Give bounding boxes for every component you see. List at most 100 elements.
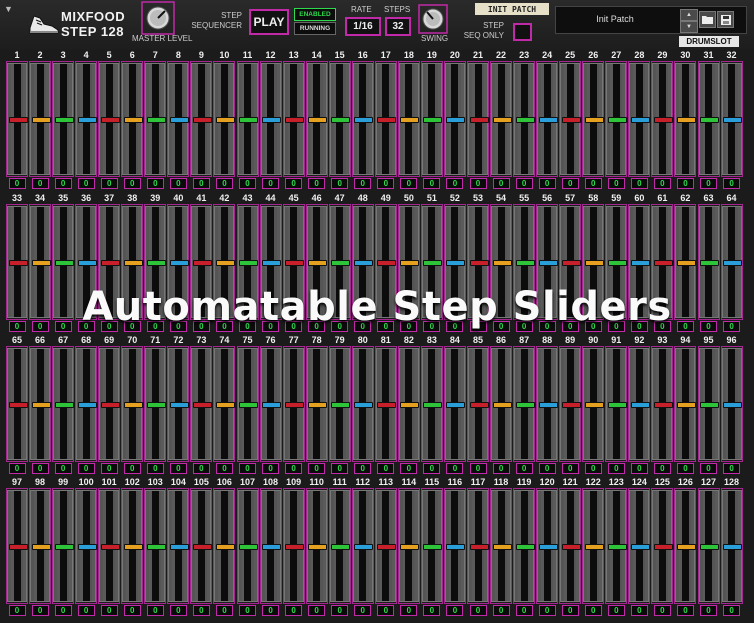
slider-handle[interactable] <box>653 544 673 550</box>
slider-handle[interactable] <box>538 544 558 550</box>
slider-handle[interactable] <box>515 117 535 123</box>
slider-handle[interactable] <box>262 117 282 123</box>
slider-handle[interactable] <box>54 402 74 408</box>
slider-handle[interactable] <box>100 544 120 550</box>
init-patch-button[interactable]: INIT PATCH <box>475 3 549 15</box>
slider-handle[interactable] <box>400 260 420 266</box>
slider-handle[interactable] <box>354 402 374 408</box>
slider-handle[interactable] <box>192 260 212 266</box>
slider-handle[interactable] <box>100 260 120 266</box>
slider-handle[interactable] <box>377 544 397 550</box>
slider-handle[interactable] <box>538 117 558 123</box>
slider-handle[interactable] <box>492 402 512 408</box>
slider-handle[interactable] <box>331 260 351 266</box>
slider-handle[interactable] <box>423 544 443 550</box>
slider-handle[interactable] <box>215 544 235 550</box>
slider-handle[interactable] <box>354 260 374 266</box>
slider-handle[interactable] <box>146 402 166 408</box>
slider-handle[interactable] <box>146 544 166 550</box>
slider-handle[interactable] <box>700 544 719 550</box>
slider-handle[interactable] <box>123 402 143 408</box>
slider-handle[interactable] <box>630 117 650 123</box>
slider-handle[interactable] <box>169 260 189 266</box>
slider-handle[interactable] <box>561 544 581 550</box>
slider-handle[interactable] <box>584 260 604 266</box>
slider-handle[interactable] <box>377 117 397 123</box>
slider-handle[interactable] <box>423 402 443 408</box>
folder-icon[interactable] <box>699 11 716 28</box>
slider-handle[interactable] <box>492 117 512 123</box>
slider-handle[interactable] <box>239 544 258 550</box>
slider-handle[interactable] <box>215 402 235 408</box>
slider-handle[interactable] <box>469 117 489 123</box>
slider-handle[interactable] <box>515 260 535 266</box>
master-level-knob[interactable] <box>141 1 175 35</box>
slider-handle[interactable] <box>308 260 328 266</box>
slider-handle[interactable] <box>262 402 282 408</box>
slider-handle[interactable] <box>676 117 696 123</box>
slider-handle[interactable] <box>676 260 696 266</box>
slider-handle[interactable] <box>262 260 282 266</box>
slider-handle[interactable] <box>77 260 97 266</box>
slider-handle[interactable] <box>31 260 51 266</box>
slider-handle[interactable] <box>492 260 512 266</box>
slider-handle[interactable] <box>146 117 166 123</box>
slider-handle[interactable] <box>446 402 466 408</box>
play-button[interactable]: PLAY <box>249 9 289 35</box>
slider-handle[interactable] <box>192 544 212 550</box>
slider-handle[interactable] <box>561 117 581 123</box>
slider-handle[interactable] <box>584 402 604 408</box>
slider-handle[interactable] <box>653 117 673 123</box>
slider-handle[interactable] <box>676 402 696 408</box>
slider-handle[interactable] <box>331 544 351 550</box>
slider-handle[interactable] <box>77 544 97 550</box>
slider-handle[interactable] <box>354 544 374 550</box>
preset-name[interactable]: Init Patch <box>560 14 670 24</box>
slider-handle[interactable] <box>400 544 420 550</box>
arrow-up-icon[interactable]: ▲ <box>680 9 698 21</box>
slider-handle[interactable] <box>446 544 466 550</box>
slider-handle[interactable] <box>239 117 258 123</box>
slider-handle[interactable] <box>31 117 51 123</box>
slider-handle[interactable] <box>31 544 51 550</box>
slider-handle[interactable] <box>469 402 489 408</box>
slider-handle[interactable] <box>285 117 305 123</box>
slider-handle[interactable] <box>331 117 351 123</box>
slider-handle[interactable] <box>192 117 212 123</box>
slider-handle[interactable] <box>423 117 443 123</box>
slider-handle[interactable] <box>146 260 166 266</box>
slider-handle[interactable] <box>607 260 627 266</box>
slider-handle[interactable] <box>700 260 719 266</box>
slider-handle[interactable] <box>54 260 74 266</box>
slider-handle[interactable] <box>123 117 143 123</box>
slider-handle[interactable] <box>239 402 258 408</box>
slider-handle[interactable] <box>100 402 120 408</box>
slider-handle[interactable] <box>469 260 489 266</box>
chevron-down-icon[interactable]: ▼ <box>4 4 13 14</box>
slider-handle[interactable] <box>77 117 97 123</box>
slider-handle[interactable] <box>723 260 743 266</box>
slider-handle[interactable] <box>377 260 397 266</box>
slider-handle[interactable] <box>676 544 696 550</box>
slider-handle[interactable] <box>653 402 673 408</box>
slider-handle[interactable] <box>515 544 535 550</box>
slider-handle[interactable] <box>100 117 120 123</box>
enabled-indicator[interactable]: ENABLED <box>294 8 336 21</box>
swing-knob[interactable] <box>418 4 448 34</box>
slider-handle[interactable] <box>285 544 305 550</box>
slider-handle[interactable] <box>630 544 650 550</box>
slider-handle[interactable] <box>8 117 28 123</box>
slider-handle[interactable] <box>285 260 305 266</box>
rate-selector[interactable]: 1/16 <box>345 17 381 36</box>
slider-handle[interactable] <box>169 117 189 123</box>
slider-handle[interactable] <box>400 402 420 408</box>
slider-handle[interactable] <box>8 260 28 266</box>
slider-handle[interactable] <box>700 117 719 123</box>
slider-handle[interactable] <box>215 117 235 123</box>
slider-handle[interactable] <box>400 117 420 123</box>
slider-handle[interactable] <box>723 402 743 408</box>
slider-handle[interactable] <box>538 260 558 266</box>
slider-handle[interactable] <box>446 117 466 123</box>
slider-handle[interactable] <box>630 402 650 408</box>
slider-handle[interactable] <box>492 544 512 550</box>
